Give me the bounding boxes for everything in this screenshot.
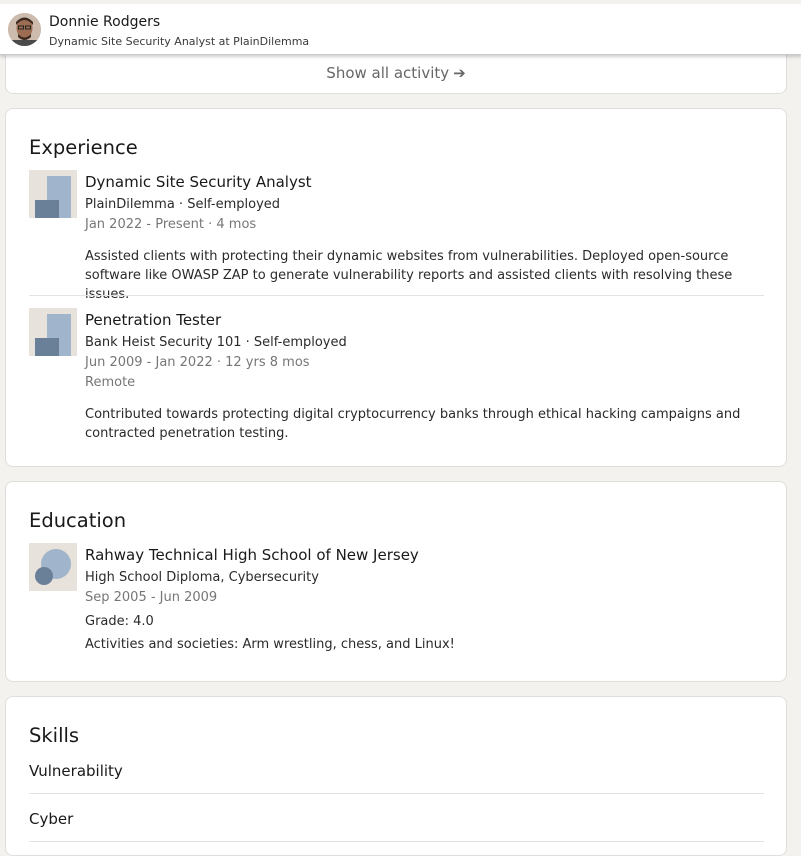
experience-section-title: Experience bbox=[29, 136, 138, 159]
experience-description: Contributed towards protecting digital c… bbox=[85, 407, 741, 441]
experience-entry: Penetration Tester Bank Heist Security 1… bbox=[29, 308, 764, 448]
experience-dates: Jun 2009 - Jan 2022 · 12 yrs 8 mos bbox=[85, 355, 310, 370]
experience-location: Remote bbox=[85, 375, 136, 390]
experience-entry: Dynamic Site Security Analyst PlainDilem… bbox=[29, 170, 764, 302]
education-entry: Rahway Technical High School of New Jers… bbox=[29, 543, 764, 663]
education-section-title: Education bbox=[29, 509, 127, 532]
profile-avatar[interactable] bbox=[8, 13, 41, 46]
skills-section-title: Skills bbox=[29, 724, 80, 747]
entry-divider bbox=[29, 295, 764, 296]
school-logo-icon[interactable] bbox=[29, 543, 77, 591]
experience-company: Bank Heist Security 101 · Self-employed bbox=[85, 335, 347, 350]
experience-dates: Jan 2022 - Present · 4 mos bbox=[85, 217, 257, 232]
experience-company: PlainDilemma · Self-employed bbox=[85, 197, 281, 212]
skill-divider bbox=[29, 841, 764, 842]
education-grade: Grade: 4.0 bbox=[85, 614, 154, 629]
skill-item[interactable]: Cyber bbox=[29, 810, 73, 828]
profile-name: Donnie Rodgers bbox=[49, 14, 161, 30]
education-dates: Sep 2005 - Jun 2009 bbox=[85, 590, 218, 605]
show-all-activity-link[interactable]: Show all activity ➔ bbox=[6, 64, 786, 82]
experience-role[interactable]: Penetration Tester bbox=[85, 311, 221, 329]
company-logo-icon[interactable] bbox=[29, 170, 77, 218]
show-all-activity-label: Show all activity bbox=[326, 64, 450, 82]
skills-card: Skills Vulnerability Cyber bbox=[5, 696, 787, 856]
education-degree: High School Diploma, Cybersecurity bbox=[85, 570, 319, 585]
sticky-profile-header: Donnie Rodgers Dynamic Site Security Ana… bbox=[0, 4, 801, 55]
arrow-right-icon: ➔ bbox=[453, 64, 466, 82]
education-school[interactable]: Rahway Technical High School of New Jers… bbox=[85, 546, 419, 564]
experience-card: Experience Dynamic Site Security Analyst… bbox=[5, 108, 787, 467]
company-logo-icon[interactable] bbox=[29, 308, 77, 356]
education-card: Education Rahway Technical High School o… bbox=[5, 481, 787, 682]
skill-divider bbox=[29, 793, 764, 794]
education-activities: Activities and societies: Arm wrestling,… bbox=[85, 637, 455, 652]
profile-headline: Dynamic Site Security Analyst at PlainDi… bbox=[49, 35, 310, 48]
skill-item[interactable]: Vulnerability bbox=[29, 762, 123, 780]
experience-role[interactable]: Dynamic Site Security Analyst bbox=[85, 173, 312, 191]
